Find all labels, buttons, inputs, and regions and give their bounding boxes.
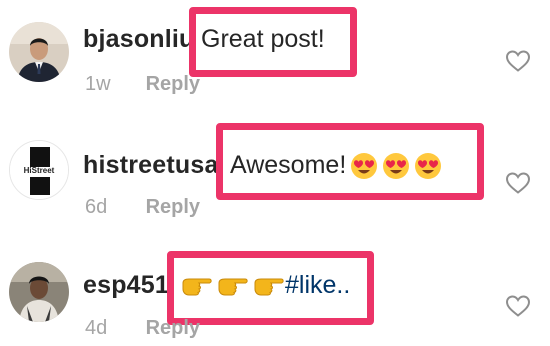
- comment-text-body: Awesome!: [230, 151, 347, 179]
- comment-item: bjasonliu Great post! 1w Reply: [0, 0, 550, 115]
- reply-button[interactable]: Reply: [146, 73, 200, 95]
- comment-username[interactable]: esp451: [83, 271, 169, 300]
- heart-outline-icon[interactable]: [505, 294, 531, 318]
- comment-time: 4d: [85, 317, 108, 339]
- comment-item: esp451 #like.. 4d Reply: [0, 231, 550, 346]
- pointing-right-emoji: [217, 275, 249, 297]
- comment-username[interactable]: histreetusa: [83, 151, 219, 180]
- avatar[interactable]: HiStreet: [9, 140, 69, 200]
- heart-outline-icon[interactable]: [505, 49, 531, 73]
- hashtag-link[interactable]: #like..: [285, 271, 350, 299]
- heart-eyes-emoji: [382, 152, 410, 180]
- heart-eyes-emoji: [350, 152, 378, 180]
- comment-text: Awesome!: [226, 151, 447, 181]
- comments-list: bjasonliu Great post! 1w Reply HiStreet …: [0, 0, 550, 346]
- avatar-logo-text: HiStreet: [23, 166, 55, 175]
- comment-text: #like..: [177, 271, 355, 300]
- comment-username[interactable]: bjasonliu: [83, 25, 195, 54]
- comment-meta: 1w Reply: [85, 73, 200, 96]
- heart-eyes-emoji: [414, 152, 442, 180]
- reply-button[interactable]: Reply: [146, 317, 200, 339]
- reply-button[interactable]: Reply: [146, 196, 200, 218]
- pointing-right-emoji: [181, 275, 213, 297]
- comment-time: 6d: [85, 196, 108, 218]
- comment-text: Great post!: [197, 25, 329, 54]
- comment-time: 1w: [85, 73, 111, 95]
- comment-meta: 6d Reply: [85, 196, 200, 219]
- heart-outline-icon[interactable]: [505, 171, 531, 195]
- comment-item: HiStreet histreetusa Awesome! 6d Reply: [0, 115, 550, 231]
- avatar[interactable]: [9, 262, 69, 322]
- avatar[interactable]: [9, 22, 69, 82]
- comment-meta: 4d Reply: [85, 317, 200, 340]
- pointing-right-emoji: [253, 275, 285, 297]
